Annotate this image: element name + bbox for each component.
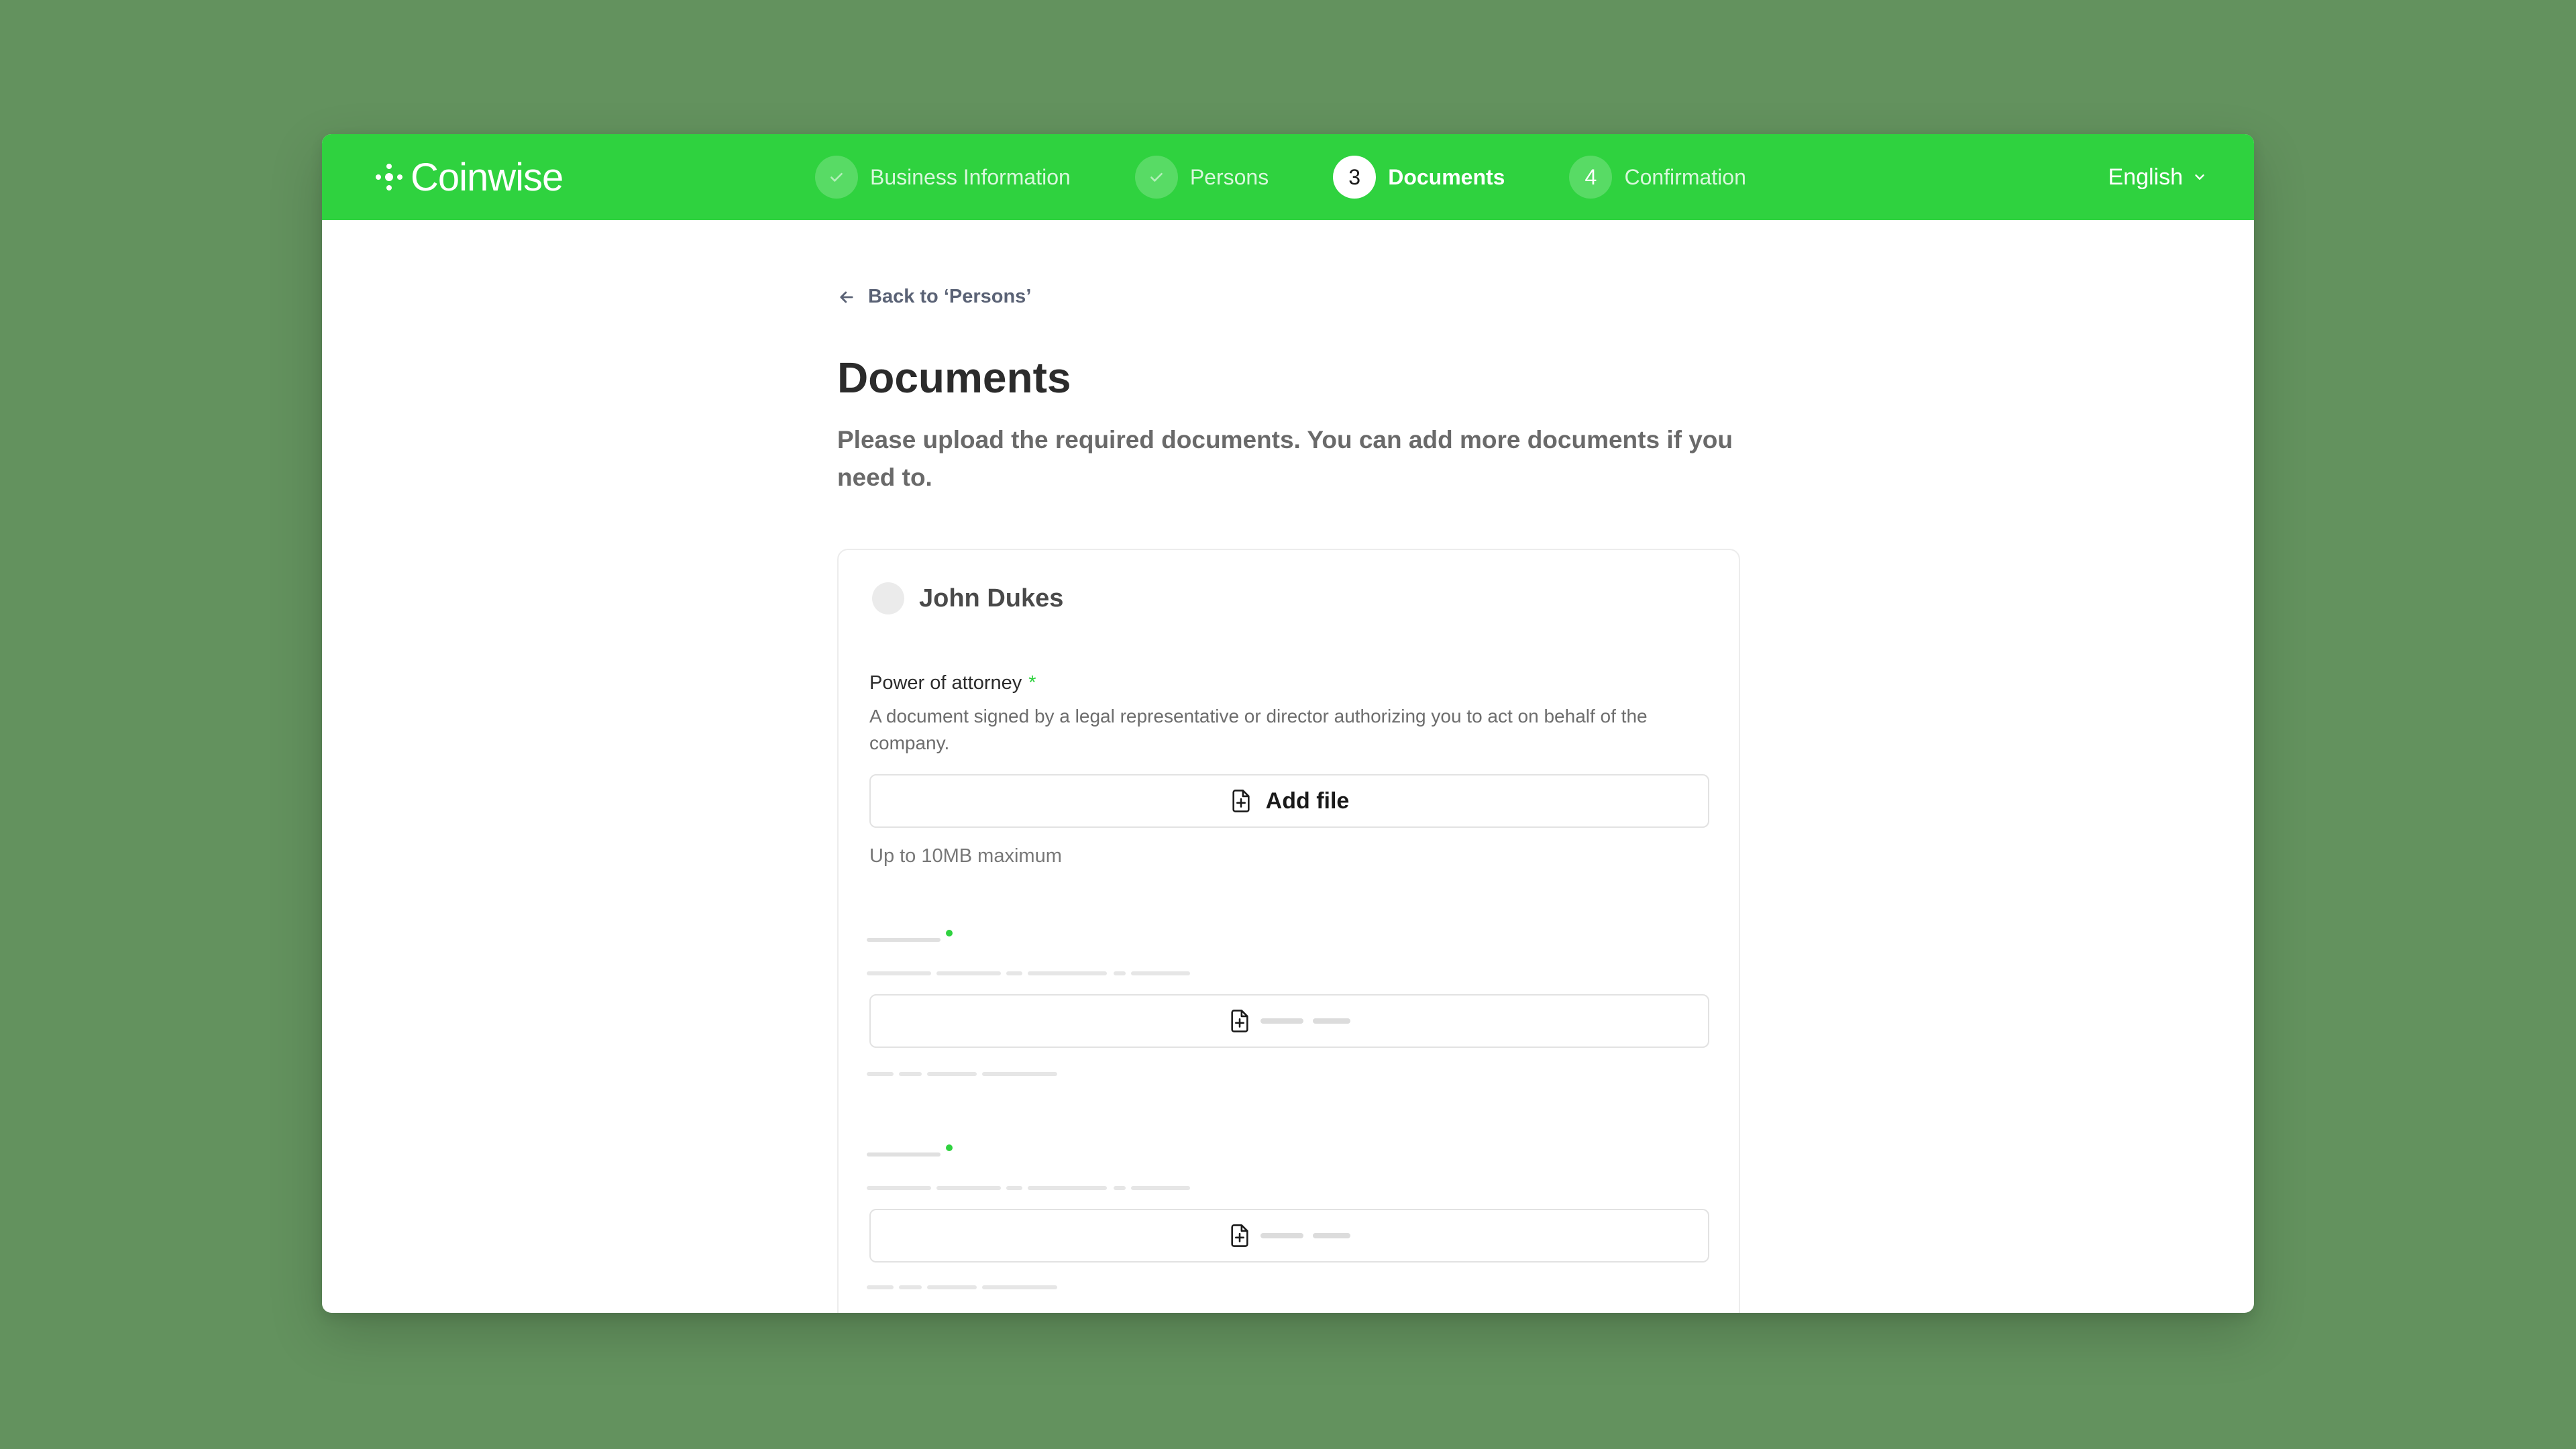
step-documents[interactable]: 3 Documents <box>1333 156 1505 199</box>
top-bar: Coinwise Business Information Persons 3 … <box>322 134 2254 220</box>
step-confirmation[interactable]: 4 Confirmation <box>1569 156 1746 199</box>
skeleton-text <box>1028 1186 1107 1190</box>
skeleton-text <box>936 1186 1001 1190</box>
file-size-limit: Up to 10MB maximum <box>869 845 1062 867</box>
file-add-icon <box>1231 1010 1248 1032</box>
required-indicator <box>946 1144 953 1151</box>
onboarding-window: Coinwise Business Information Persons 3 … <box>322 134 2254 1313</box>
person-header: John Dukes <box>872 582 1063 614</box>
step-business-information[interactable]: Business Information <box>815 156 1071 199</box>
skeleton-button-label <box>1260 1018 1303 1024</box>
document-description: A document signed by a legal representat… <box>869 706 1648 753</box>
skeleton-text <box>982 1072 1057 1076</box>
skeleton-text <box>867 1285 894 1289</box>
page-subtitle: Please upload the required documents. Yo… <box>837 426 1733 491</box>
skeleton-text <box>1114 1186 1126 1190</box>
step-1-check <box>815 156 858 199</box>
add-file-button[interactable] <box>869 994 1709 1048</box>
skeleton-button-label <box>1313 1233 1350 1238</box>
logo-mark-icon <box>376 164 402 191</box>
file-add-icon <box>1231 1224 1248 1247</box>
skeleton-label <box>867 938 941 942</box>
skeleton-text <box>1131 971 1190 975</box>
language-label: English <box>2108 164 2183 190</box>
step-label: Business Information <box>870 164 1071 189</box>
back-link[interactable]: Back to ‘Persons’ <box>837 286 1031 308</box>
step-2-check <box>1134 156 1178 199</box>
check-icon <box>1150 172 1163 182</box>
step-label: Persons <box>1189 164 1269 189</box>
skeleton-text <box>927 1072 977 1076</box>
skeleton-text <box>867 1072 894 1076</box>
language-selector[interactable]: English <box>2108 134 2207 220</box>
skeleton-label <box>867 1152 941 1157</box>
skeleton-button-label <box>1260 1233 1303 1238</box>
skeleton-text <box>1028 971 1107 975</box>
document-label: Power of attorney * <box>869 672 1036 694</box>
skeleton-text <box>936 971 1001 975</box>
skeleton-text <box>899 1072 922 1076</box>
person-documents-card: John Dukes Power of attorney * A document… <box>837 549 1740 1313</box>
skeleton-text <box>1131 1186 1190 1190</box>
skeleton-text <box>899 1285 922 1289</box>
page-title: Documents <box>837 354 1071 402</box>
skeleton-text <box>867 971 931 975</box>
person-name: John Dukes <box>919 584 1064 612</box>
required-indicator: * <box>1028 672 1036 694</box>
stepper: Business Information Persons 3 Documents… <box>815 134 1811 220</box>
chevron-down-icon <box>2195 174 2204 180</box>
skeleton-text <box>927 1285 977 1289</box>
add-file-label: Add file <box>1265 788 1350 814</box>
file-add-icon <box>1232 790 1250 812</box>
step-number: 4 <box>1569 156 1613 199</box>
step-label: Confirmation <box>1624 164 1746 189</box>
avatar <box>872 582 904 614</box>
skeleton-text <box>867 1186 931 1190</box>
skeleton-text <box>1006 1186 1022 1190</box>
skeleton-button-label <box>1313 1018 1350 1024</box>
add-file-button[interactable]: Add file <box>869 774 1709 828</box>
arrow-left-icon <box>840 291 853 303</box>
step-persons[interactable]: Persons <box>1134 156 1269 199</box>
step-label: Documents <box>1388 164 1505 189</box>
logo[interactable]: Coinwise <box>376 154 564 200</box>
step-number: 3 <box>1333 156 1377 199</box>
back-link-label: Back to ‘Persons’ <box>868 286 1032 307</box>
logo-text: Coinwise <box>411 155 564 199</box>
check-icon <box>830 172 843 182</box>
skeleton-text <box>1114 971 1126 975</box>
add-file-button[interactable] <box>869 1209 1709 1263</box>
skeleton-text <box>1006 971 1022 975</box>
required-indicator <box>946 930 953 936</box>
skeleton-text <box>982 1285 1057 1289</box>
